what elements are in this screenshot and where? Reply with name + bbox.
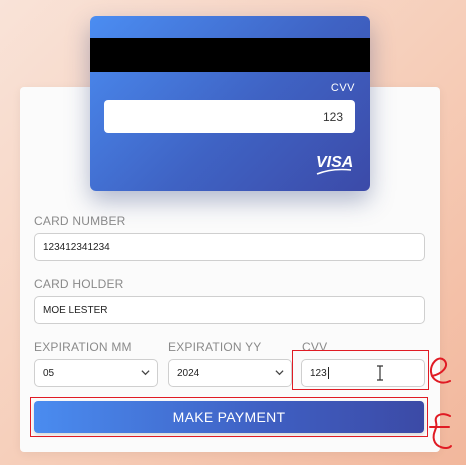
card-cvv-value: 123 — [322, 109, 343, 124]
magnetic-stripe — [90, 38, 370, 72]
credit-card-back: CVV 123 VISA — [90, 16, 370, 191]
annotation-mark-e — [429, 357, 451, 384]
card-holder-label: CARD HOLDER — [34, 277, 124, 291]
card-number-value: 123412341234 — [43, 241, 110, 253]
card-cvv-display: 123 — [104, 100, 355, 133]
expiration-yy-select[interactable]: 2024 — [168, 359, 292, 387]
chevron-down-icon — [141, 368, 150, 380]
chevron-down-icon — [275, 368, 284, 380]
expiration-mm-select[interactable]: 05 — [34, 359, 158, 387]
card-number-label: CARD NUMBER — [34, 214, 126, 228]
button-highlight-box — [30, 397, 428, 437]
card-number-input[interactable]: 123412341234 — [34, 233, 425, 261]
annotation-mark-f — [429, 413, 452, 449]
visa-logo-icon: VISA — [314, 151, 354, 182]
cvv-highlight-box — [292, 350, 429, 390]
expiration-mm-value: 05 — [43, 367, 55, 379]
card-holder-input[interactable]: MOE LESTER — [34, 296, 425, 324]
card-cvv-label: CVV — [330, 82, 355, 94]
expiration-mm-label: EXPIRATION MM — [34, 340, 132, 354]
card-holder-value: MOE LESTER — [43, 304, 108, 316]
expiration-yy-label: EXPIRATION YY — [168, 340, 262, 354]
visa-logo-text: VISA — [316, 154, 353, 171]
expiration-yy-value: 2024 — [177, 367, 200, 379]
